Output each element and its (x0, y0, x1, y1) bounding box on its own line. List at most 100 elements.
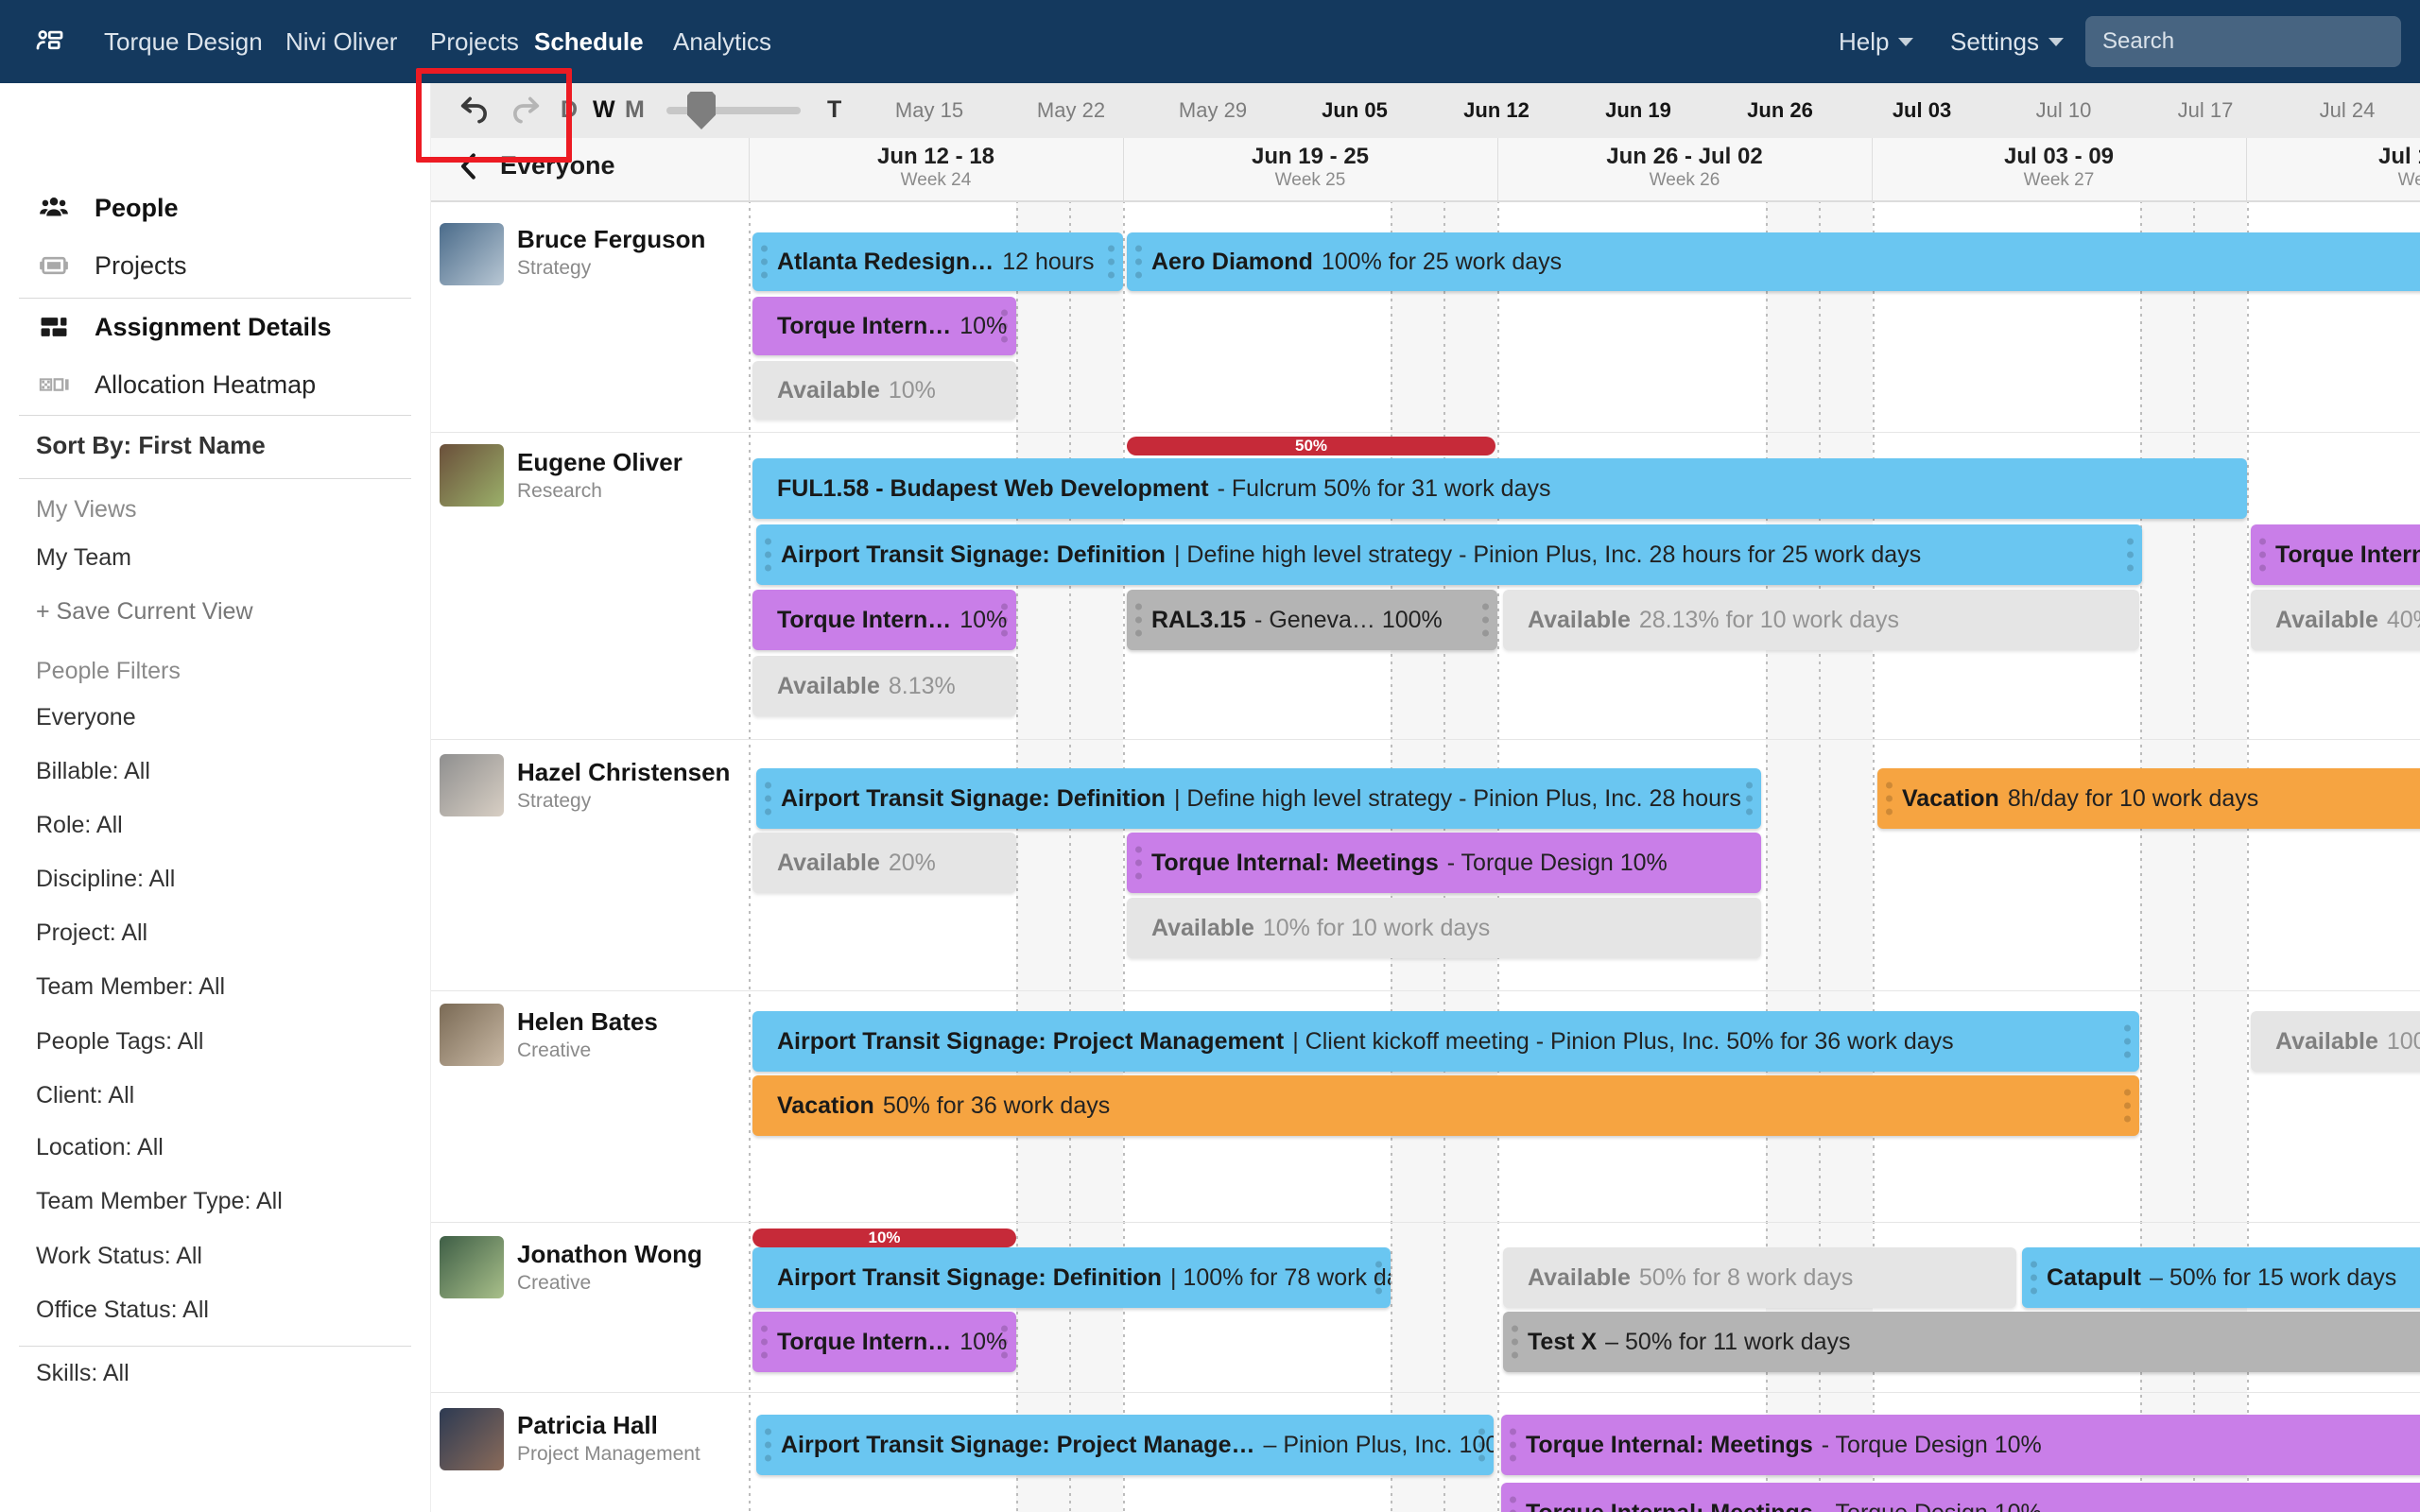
person-role: Research (517, 480, 602, 503)
nav-brand[interactable]: Torque Design (104, 0, 263, 83)
filter-office-status[interactable]: Office Status: All (36, 1297, 209, 1324)
allocation-heatmap-icon (36, 369, 72, 401)
drag-handle[interactable] (1001, 604, 1008, 637)
sort-by-control[interactable]: Sort By: First Name (36, 431, 266, 460)
task-bar[interactable]: Airport Transit Signage: Definition| 100… (752, 1247, 1391, 1308)
filter-people-tags[interactable]: People Tags: All (36, 1028, 203, 1056)
zoom-week-button[interactable]: W (593, 96, 615, 124)
task-bar[interactable]: Atlanta Redesign…12 hours (752, 232, 1123, 291)
drag-handle[interactable] (2259, 539, 2266, 572)
zoom-slider-track[interactable] (666, 107, 801, 114)
drag-handle[interactable] (2124, 1025, 2131, 1058)
task-bar[interactable]: RAL3.15- Geneva… 100% (1127, 590, 1497, 650)
drag-handle[interactable] (1510, 1429, 1516, 1462)
drag-handle[interactable] (2031, 1262, 2037, 1295)
date-ruler-label: Jul 24 (2320, 98, 2376, 123)
drag-handle[interactable] (761, 1326, 768, 1359)
filter-billable[interactable]: Billable: All (36, 758, 150, 785)
drag-handle[interactable] (1746, 782, 1753, 816)
task-bar[interactable]: Aero Diamond100% for 25 work days (1127, 232, 2420, 291)
task-bar[interactable]: Airport Transit Signage: Project Managem… (752, 1011, 2139, 1072)
nav-user[interactable]: Nivi Oliver (285, 0, 397, 83)
filter-skills[interactable]: Skills: All (36, 1360, 130, 1387)
availability-bar[interactable]: Available8.13% (752, 656, 1016, 716)
filter-client[interactable]: Client: All (36, 1082, 134, 1109)
task-bar[interactable]: Torque Internal: Meetings- Torque Design… (1501, 1415, 2420, 1475)
search-input[interactable] (2085, 16, 2401, 67)
undo-button[interactable] (457, 92, 494, 129)
divider (19, 478, 411, 479)
task-bar[interactable]: FUL1.58 - Budapest Web Development- Fulc… (752, 458, 2247, 519)
filter-discipline[interactable]: Discipline: All (36, 866, 175, 893)
zoom-slider-handle[interactable] (687, 92, 716, 129)
drag-handle[interactable] (1135, 604, 1142, 637)
drag-handle[interactable] (765, 539, 771, 572)
drag-handle[interactable] (1482, 604, 1489, 637)
filter-team-member[interactable]: Team Member: All (36, 973, 225, 1001)
save-current-view-link[interactable]: + Save Current View (36, 598, 253, 626)
person-role: Creative (517, 1040, 591, 1062)
drag-handle[interactable] (1135, 847, 1142, 880)
drag-handle[interactable] (1108, 246, 1115, 279)
task-bar[interactable]: Catapult– 50% for 15 work days (2022, 1247, 2420, 1308)
task-bar[interactable]: Airport Transit Signage: Project Manage…… (756, 1415, 1494, 1475)
task-bar[interactable]: Airport Transit Signage: Definition| Def… (756, 768, 1761, 829)
drag-handle[interactable] (1001, 310, 1008, 343)
filter-team-member-type[interactable]: Team Member Type: All (36, 1188, 283, 1215)
filter-location[interactable]: Location: All (36, 1134, 164, 1161)
availability-bar[interactable]: Available50% for 8 work days (1503, 1247, 2016, 1308)
nav-settings-menu[interactable]: Settings (1950, 0, 2064, 83)
task-bar[interactable]: Airport Transit Signage: Definition| Def… (756, 524, 2142, 585)
zoom-day-button[interactable]: D (561, 96, 578, 124)
task-bar[interactable]: Torque Intern…10% (752, 590, 1016, 650)
filter-role[interactable]: Role: All (36, 812, 123, 839)
back-everyone-button[interactable]: Everyone (457, 151, 615, 180)
task-bar[interactable]: Torque Intern…10% (752, 297, 1016, 355)
nav-projects[interactable]: Projects (430, 0, 519, 83)
drag-handle[interactable] (1512, 1326, 1518, 1359)
filter-everyone[interactable]: Everyone (36, 704, 136, 731)
my-team-link[interactable]: My Team (36, 544, 131, 572)
drag-handle[interactable] (1375, 1262, 1382, 1295)
availability-bar[interactable]: Available20% (752, 833, 1016, 893)
drag-handle[interactable] (2124, 1090, 2131, 1123)
drag-handle[interactable] (1886, 782, 1893, 816)
drag-handle[interactable] (1001, 1326, 1008, 1359)
app-logo-icon[interactable] (32, 0, 68, 83)
availability-bar[interactable]: Available40% (2251, 590, 2420, 650)
today-button[interactable]: T (827, 96, 841, 124)
task-bar[interactable]: Torque Internal: Meetings- Torque Design… (1501, 1483, 2420, 1512)
nav-schedule[interactable]: Schedule (534, 0, 644, 83)
sidebar-item-people[interactable]: People (36, 189, 179, 227)
chevron-down-icon (1898, 38, 1913, 46)
drag-handle[interactable] (1478, 1429, 1485, 1462)
drag-handle[interactable] (1135, 246, 1142, 279)
sidebar-item-allocation-heatmap[interactable]: Allocation Heatmap (36, 366, 316, 404)
person-name: Helen Bates (517, 1007, 658, 1037)
nav-analytics[interactable]: Analytics (673, 0, 771, 83)
availability-bar[interactable]: Available100% (2251, 1011, 2420, 1072)
availability-bar[interactable]: Available28.13% for 10 work days (1503, 590, 2139, 650)
sidebar-item-assignment-details[interactable]: Assignment Details (36, 308, 332, 346)
drag-handle[interactable] (761, 246, 768, 279)
task-bar[interactable]: Torque Intern…10% (2251, 524, 2420, 585)
drag-handle[interactable] (1510, 1497, 1516, 1512)
filter-project[interactable]: Project: All (36, 919, 147, 947)
time-off-bar[interactable]: Vacation50% for 36 work days (752, 1075, 2139, 1136)
task-bar[interactable]: Torque Internal: Meetings- Torque Design… (1127, 833, 1761, 893)
person-role: Strategy (517, 257, 591, 280)
drag-handle[interactable] (765, 782, 771, 816)
availability-bar[interactable]: Available10% for 10 work days (1127, 898, 1761, 958)
sidebar-item-projects[interactable]: Projects (36, 247, 187, 284)
zoom-month-button[interactable]: M (625, 96, 645, 124)
task-bar[interactable]: Test X– 50% for 11 work days (1503, 1312, 2420, 1372)
redo-button[interactable] (506, 92, 544, 129)
schedule-grid: Bruce Ferguson Strategy Atlanta Redesign… (430, 200, 2420, 1512)
time-off-bar[interactable]: Vacation8h/day for 10 work days (1877, 768, 2420, 829)
filter-work-status[interactable]: Work Status: All (36, 1243, 202, 1270)
nav-help-menu[interactable]: Help (1839, 0, 1913, 83)
task-bar[interactable]: Torque Intern…10% (752, 1312, 1016, 1372)
drag-handle[interactable] (2127, 539, 2134, 572)
availability-bar[interactable]: Available10% (752, 361, 1016, 420)
drag-handle[interactable] (765, 1429, 771, 1462)
